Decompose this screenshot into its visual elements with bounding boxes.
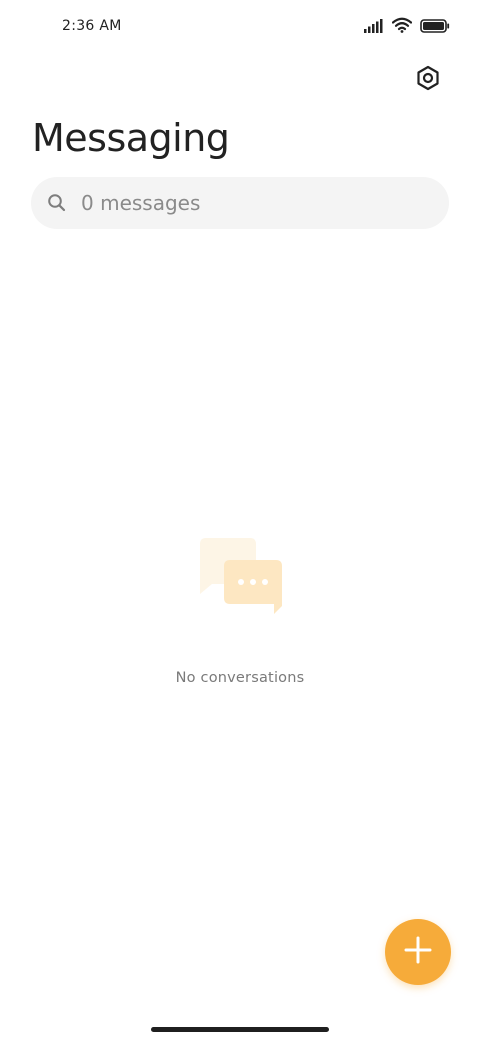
settings-button[interactable] [412, 64, 444, 96]
home-indicator[interactable] [151, 1027, 329, 1032]
empty-state: No conversations [0, 534, 480, 686]
signal-icon [364, 18, 384, 37]
new-conversation-button[interactable] [385, 919, 451, 985]
status-icons [364, 17, 450, 37]
settings-icon [415, 65, 441, 95]
search-input[interactable] [81, 183, 401, 223]
chat-bubbles-icon [192, 534, 288, 618]
status-time: 2:36 AM [62, 18, 122, 34]
search-icon [47, 193, 67, 213]
battery-icon [420, 18, 450, 37]
empty-state-message: No conversations [175, 670, 305, 686]
plus-icon [403, 935, 433, 969]
status-bar: 2:36 AM [0, 0, 480, 54]
wifi-icon [391, 17, 413, 37]
page-title: Messaging [32, 116, 230, 160]
search-bar[interactable] [31, 177, 449, 229]
